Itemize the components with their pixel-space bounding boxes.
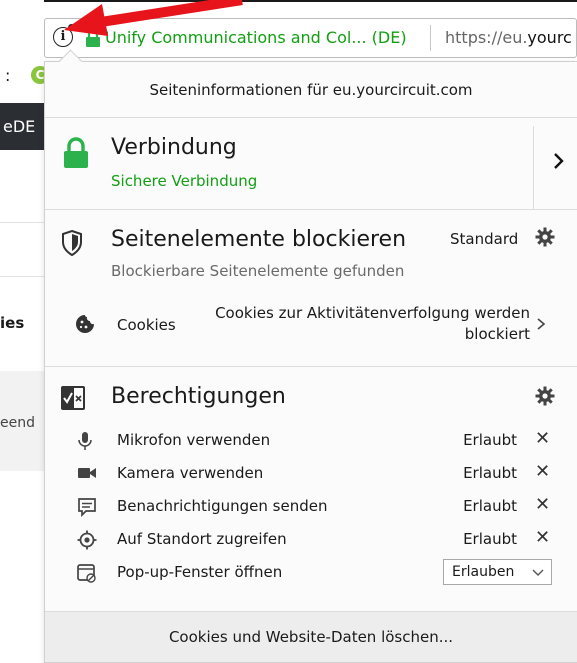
permission-state: Erlaubt [463, 530, 517, 548]
permission-state: Erlaubt [463, 464, 517, 482]
permission-select[interactable]: Erlauben [443, 559, 552, 585]
divider [45, 366, 577, 367]
url-domain: yourc [527, 28, 572, 47]
url-divider [430, 25, 431, 51]
cookies-status: Cookies zur Aktivitätenverfolgung werden… [215, 304, 530, 343]
gear-icon[interactable] [535, 386, 555, 406]
close-icon[interactable]: ✕ [535, 527, 550, 548]
divider [45, 117, 577, 118]
chevron-down-icon [532, 569, 544, 576]
panel-title: Seiteninformationen für eu.yourcircuit.c… [149, 81, 473, 99]
permission-select-value: Erlauben [452, 564, 515, 580]
permission-row-notifications: Benachrichtigungen senden Erlaubt ✕ [45, 494, 577, 520]
chevron-right-icon[interactable] [535, 315, 547, 333]
url-prefix: https://eu. [445, 28, 528, 47]
background-colon: : [5, 66, 11, 85]
clear-cookies-button[interactable]: Cookies und Website-Daten löschen... [45, 611, 577, 662]
permission-row-location: Auf Standort zugreifen Erlaubt ✕ [45, 527, 577, 553]
red-arrow-icon [64, 0, 243, 36]
location-icon [77, 530, 97, 550]
permissions-title: Berechtigungen [111, 384, 286, 409]
background-dark-bar: eDE [0, 103, 50, 150]
permission-state: Erlaubt [463, 431, 517, 449]
background-text: eend [0, 415, 35, 431]
gear-icon[interactable] [535, 227, 555, 247]
lock-icon [64, 137, 88, 168]
close-icon[interactable]: ✕ [535, 461, 550, 482]
permission-label: Benachrichtigungen senden [117, 497, 328, 515]
notification-icon [78, 498, 96, 517]
shield-icon [62, 230, 82, 256]
permission-label: Pop-up-Fenster öffnen [117, 563, 283, 581]
permission-row-microphone: Mikrofon verwenden Erlaubt ✕ [45, 428, 577, 454]
connection-title: Verbindung [111, 135, 237, 160]
permissions-icon [61, 386, 85, 410]
blocking-subtitle: Blockierbare Seitenelemente gefunden [111, 262, 405, 280]
camera-icon [78, 468, 96, 478]
chevron-right-icon[interactable] [550, 148, 568, 174]
url-text[interactable]: https://eu.yourc [445, 28, 572, 47]
background-divider [0, 276, 50, 277]
blocking-title: Seitenelemente blockieren [111, 227, 407, 252]
popup-icon [77, 564, 96, 583]
close-icon[interactable]: ✕ [535, 428, 550, 449]
permission-state: Erlaubt [463, 497, 517, 515]
background-text: ies [0, 314, 25, 332]
blocking-mode-label: Standard [450, 230, 519, 248]
permission-row-popup: Pop-up-Fenster öffnen Erlauben [45, 559, 577, 586]
connection-status: Sichere Verbindung [111, 172, 258, 190]
cookies-label: Cookies [117, 316, 176, 334]
divider [45, 209, 577, 210]
permission-label: Mikrofon verwenden [117, 431, 271, 449]
permission-row-camera: Kamera verwenden Erlaubt ✕ [45, 461, 577, 487]
permission-label: Kamera verwenden [117, 464, 264, 482]
permission-label: Auf Standort zugreifen [117, 530, 287, 548]
microphone-icon [78, 432, 92, 450]
background-divider [0, 222, 50, 223]
close-icon[interactable]: ✕ [535, 494, 550, 515]
cookie-icon [76, 315, 94, 333]
vertical-divider [533, 126, 534, 210]
site-info-panel: Seiteninformationen für eu.yourcircuit.c… [44, 49, 577, 663]
